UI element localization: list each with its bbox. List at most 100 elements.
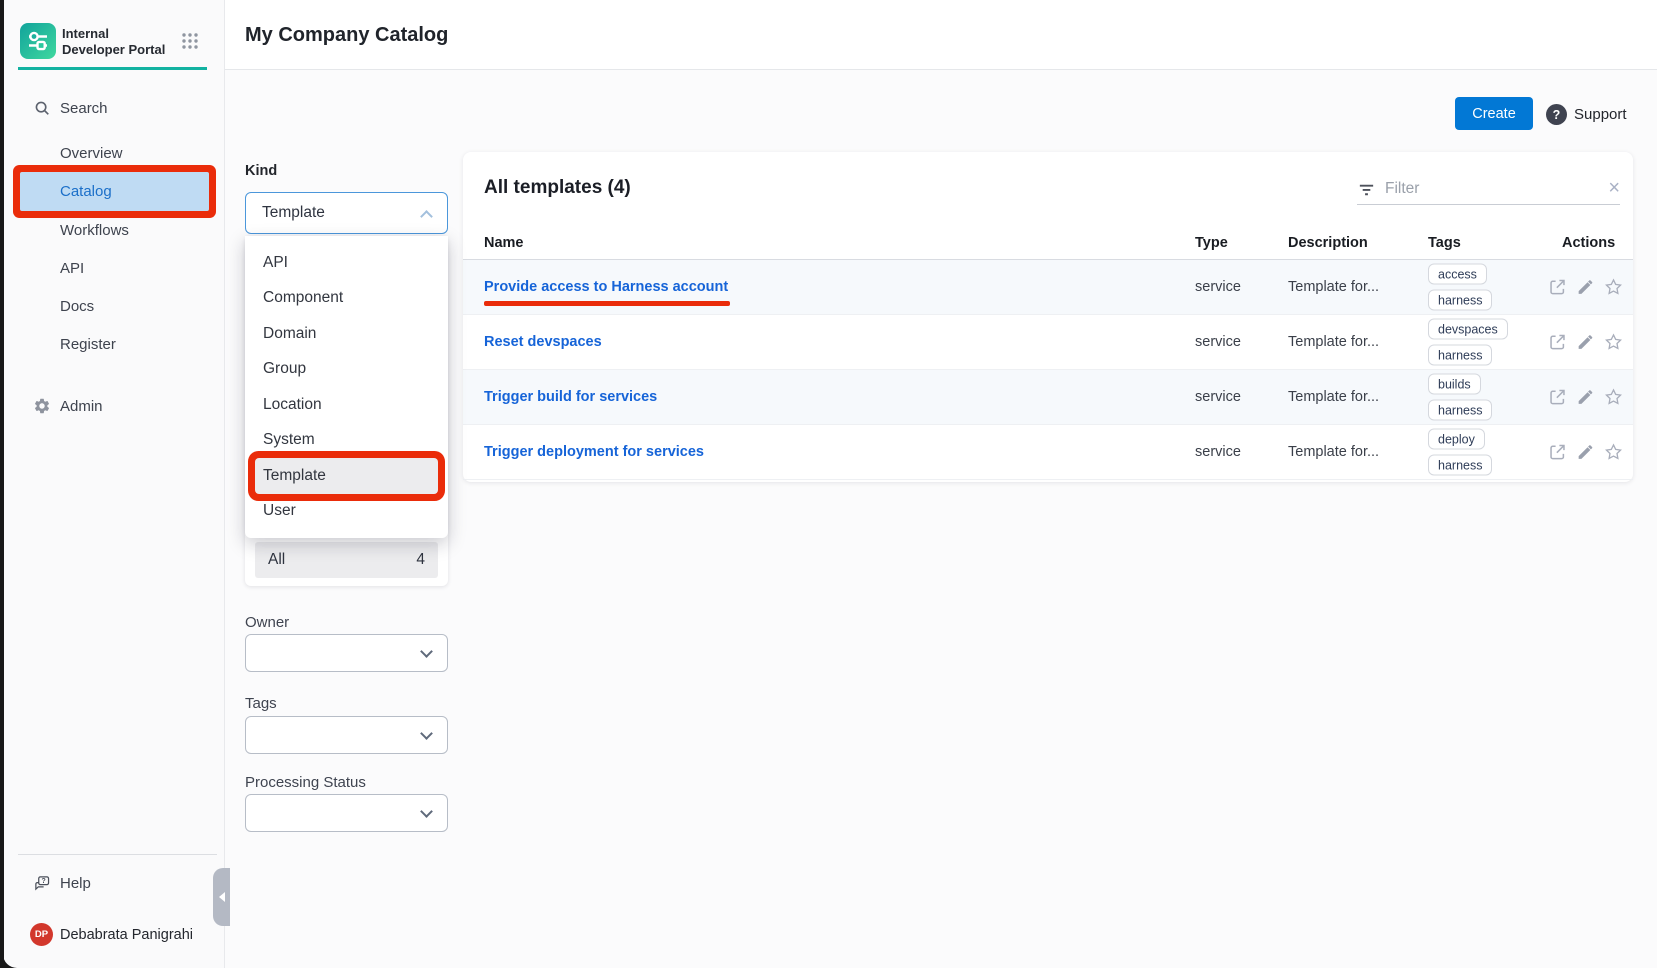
help-chat-icon: ? [33,874,51,892]
svg-text:?: ? [42,878,46,885]
kind-option-system[interactable]: System [255,423,438,459]
tag-chip: deploy [1428,429,1485,450]
star-icon[interactable] [1604,333,1623,352]
table-row: Trigger deployment for services service Te… [463,425,1633,480]
description-cell: Template for... [1288,444,1379,460]
search-icon [33,99,51,117]
support-label: Support [1574,106,1627,123]
sidebar-collapse-handle[interactable] [213,868,230,926]
question-circle-icon: ? [1546,104,1567,125]
tags-select[interactable] [245,716,448,754]
star-icon[interactable] [1604,278,1623,297]
actions-cell [1548,388,1623,407]
actions-cell [1548,333,1623,352]
all-count: 4 [416,551,425,569]
open-in-new-icon[interactable] [1548,443,1567,462]
template-name-link[interactable]: Trigger build for services [484,389,657,405]
type-cell: service [1195,389,1241,405]
open-in-new-icon[interactable] [1548,388,1567,407]
user-name[interactable]: Debabrata Panigrahi [60,927,193,943]
open-in-new-icon[interactable] [1548,333,1567,352]
sidebar-item-register[interactable]: Register [60,331,116,357]
tag-chip: harness [1428,400,1492,421]
kind-label: Kind [245,163,277,179]
app-switcher-icon[interactable] [181,32,199,50]
app-window: Internal Developer Portal Search Overvie… [0,0,1657,968]
description-cell: Template for... [1288,389,1379,405]
kind-option-group[interactable]: Group [255,352,438,388]
table-row: Provide access to Harness account service… [463,260,1633,315]
tags-label: Tags [245,695,277,712]
table-row: Reset devspacesserviceTemplate for...dev… [463,315,1633,370]
kind-option-location[interactable]: Location [255,387,438,423]
tags-cell: devspacesharness [1428,319,1508,366]
chevron-up-icon [420,210,433,223]
main-header: My Company Catalog [225,0,1657,70]
edit-icon[interactable] [1576,443,1595,462]
user-avatar[interactable]: DP [30,923,53,946]
sidebar-item-docs[interactable]: Docs [60,293,94,319]
brand-title: Internal Developer Portal [62,26,174,58]
tag-chip: builds [1428,374,1481,395]
edit-icon[interactable] [1576,388,1595,407]
sidebar-item-label: Catalog [60,183,112,200]
sidebar-item-label: API [60,260,84,277]
sidebar-item-catalog[interactable]: Catalog [20,172,209,211]
kind-option-domain[interactable]: Domain [255,316,438,352]
tags-cell: builds harness [1428,374,1492,421]
actions-cell [1548,443,1623,462]
template-name-link[interactable]: Provide access to Harness account [484,279,728,295]
type-cell: service [1195,444,1241,460]
create-button[interactable]: Create [1455,97,1533,130]
tag-chip: devspaces [1428,319,1508,340]
support-button[interactable]: ? Support [1546,104,1627,125]
tag-chip: harness [1428,455,1492,476]
edit-icon[interactable] [1576,278,1595,297]
open-in-new-icon[interactable] [1548,278,1567,297]
tags-cell: accessharness [1428,264,1492,311]
kind-option-api[interactable]: API [255,245,438,281]
filter-list-icon [1357,180,1376,199]
template-name-link[interactable]: Reset devspaces [484,334,602,350]
sidebar-item-label: Overview [60,145,123,162]
help-button[interactable]: ? Help [0,869,225,897]
window-edge [0,0,4,968]
kind-option-component[interactable]: Component [255,281,438,317]
kind-all-row[interactable]: All 4 [255,542,438,578]
idp-logo-icon [20,23,56,59]
sidebar-item-overview[interactable]: Overview [60,140,123,166]
kind-option-template[interactable]: Template [255,458,438,494]
chevron-left-icon [219,892,225,902]
chevron-down-icon [420,727,433,740]
edit-icon[interactable] [1576,333,1595,352]
star-icon[interactable] [1604,388,1623,407]
all-label: All [268,551,285,569]
clear-filter-icon[interactable]: × [1608,178,1620,200]
filter-input[interactable] [1385,180,1599,198]
sidebar-item-label: Register [60,336,116,353]
tags-cell: deploy harness [1428,429,1492,476]
sidebar-item-search[interactable]: Search [0,94,225,122]
kind-select-value: Template [262,204,325,222]
owner-select[interactable] [245,634,448,672]
kind-dropdown: APIComponentDomainGroupLocationSystemTem… [245,236,448,538]
processing-status-select[interactable] [245,794,448,832]
actions-cell [1548,278,1623,297]
sidebar-item-label: Docs [60,298,94,315]
template-name-link[interactable]: Trigger deployment for services [484,444,704,460]
help-label: Help [60,875,91,892]
star-icon[interactable] [1604,443,1623,462]
sidebar-divider [18,854,217,855]
sidebar-item-workflows[interactable]: Workflows [60,217,129,243]
kind-option-user[interactable]: User [255,494,438,530]
description-cell: Template for... [1288,279,1379,295]
sidebar-item-admin[interactable]: Admin [0,392,225,420]
owner-label: Owner [245,614,289,631]
kind-select[interactable]: Template [245,192,448,234]
table-row: Trigger build for services service Templat… [463,370,1633,425]
admin-label: Admin [60,398,103,415]
table-filter: × [1357,174,1620,205]
sidebar-item-api[interactable]: API [60,255,84,281]
type-cell: service [1195,279,1241,295]
brand-divider [18,67,207,70]
